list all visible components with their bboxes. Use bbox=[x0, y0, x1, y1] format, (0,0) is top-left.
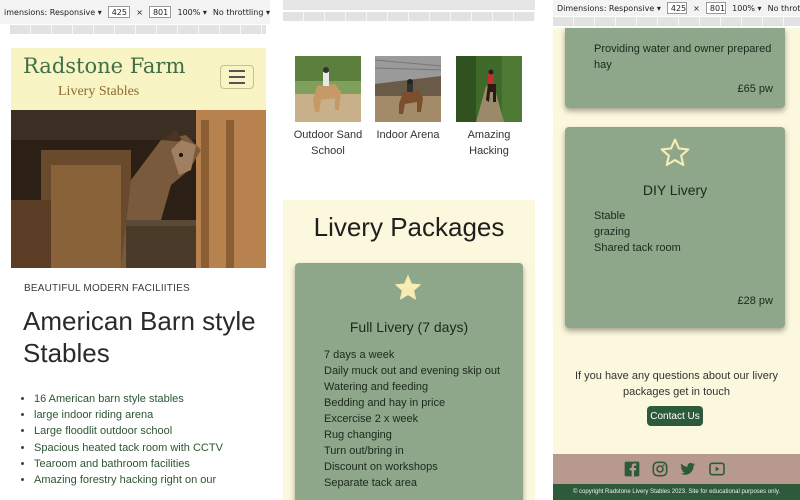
brand-subtitle: Livery Stables bbox=[58, 84, 140, 99]
facility-label: Outdoor Sand School bbox=[293, 129, 363, 157]
footer bbox=[553, 454, 800, 484]
twitter-icon[interactable] bbox=[680, 461, 696, 477]
devtools-toolbar: imensions: Responsive ▾ 425 × 801 100% ▾… bbox=[0, 0, 270, 24]
card-item: grazing bbox=[594, 226, 631, 238]
thumbnail-hacking bbox=[456, 56, 522, 122]
width-input[interactable]: 425 bbox=[107, 6, 131, 18]
section-heading: American Barn style Stables bbox=[23, 306, 256, 368]
card-item: Daily muck out and evening skip out bbox=[324, 365, 501, 377]
card-item: Providing water and owner prepared bbox=[594, 43, 772, 55]
card-item: Watering and feeding bbox=[324, 381, 429, 393]
feature-item: Spacious heated tack room with CCTV bbox=[34, 440, 269, 456]
packages-heading: Livery Packages bbox=[313, 212, 505, 242]
diy-livery-card: DIY Livery Stable grazing Shared tack ro… bbox=[565, 127, 785, 328]
card-price: £28 pw bbox=[737, 295, 773, 307]
card-item: Excercise 2 x week bbox=[324, 413, 419, 425]
card-item: Separate tack area bbox=[324, 477, 417, 489]
card-price: £65 pw bbox=[737, 83, 773, 95]
zoom-dropdown[interactable]: 100% ▾ bbox=[177, 8, 206, 17]
card-item: Discount on workshops bbox=[324, 461, 438, 473]
feature-item: large indoor riding arena bbox=[34, 407, 269, 423]
star-outline-icon bbox=[660, 138, 690, 167]
card-item: Shared tack room bbox=[594, 242, 681, 254]
height-input[interactable]: 801 bbox=[148, 6, 172, 18]
navbar: Radstone Farm Livery Stables bbox=[11, 48, 266, 110]
throttle-dropdown[interactable]: No throttling ▾ bbox=[213, 8, 270, 17]
instagram-icon[interactable] bbox=[652, 461, 668, 477]
hamburger-line-icon bbox=[229, 82, 245, 84]
card-item: Rug changing bbox=[324, 429, 392, 441]
throttle-dropdown[interactable]: No throttling ▾ bbox=[768, 4, 800, 13]
height-input[interactable]: 801 bbox=[705, 2, 727, 14]
youtube-icon[interactable] bbox=[709, 461, 725, 477]
times-sign: × bbox=[693, 3, 700, 13]
contact-us-button[interactable]: Contact Us bbox=[647, 406, 703, 426]
devtools-toolbar bbox=[283, 0, 535, 10]
panel-packages-bottom: Dimensions: Responsive ▾ 425 × 801 100% … bbox=[553, 0, 800, 500]
times-sign: × bbox=[136, 7, 143, 17]
dimensions-dropdown[interactable]: imensions: Responsive ▾ bbox=[4, 8, 102, 17]
card-item: Turn out/bring in bbox=[324, 445, 404, 457]
copyright-text: © copyright Radstone Livery Stables 2023… bbox=[553, 484, 800, 500]
card-item: Bedding and hay in price bbox=[324, 397, 446, 409]
part-livery-card: Providing water and owner prepared hay £… bbox=[565, 28, 785, 108]
hamburger-line-icon bbox=[229, 76, 245, 78]
ruler bbox=[10, 25, 266, 34]
card-item: 7 days a week bbox=[324, 349, 395, 361]
features-list: 16 American barn style stables large ind… bbox=[34, 391, 269, 488]
facebook-icon[interactable] bbox=[624, 461, 640, 477]
hamburger-line-icon bbox=[229, 70, 245, 72]
brand-title[interactable]: Radstone Farm bbox=[23, 54, 185, 78]
card-title: Full Livery (7 days) bbox=[349, 319, 469, 335]
card-list: Stable grazing Shared tack room bbox=[594, 208, 681, 256]
card-item: Stable bbox=[594, 210, 626, 222]
contact-prompt: If you have any questions about our live… bbox=[574, 370, 778, 398]
width-input[interactable]: 425 bbox=[666, 2, 688, 14]
thumbnail-indoor-arena bbox=[375, 56, 441, 122]
full-livery-card: Full Livery (7 days) 7 days a week Daily… bbox=[295, 263, 523, 500]
panel-home-top: imensions: Responsive ▾ 425 × 801 100% ▾… bbox=[0, 0, 270, 500]
ruler bbox=[553, 17, 800, 26]
zoom-dropdown[interactable]: 100% ▾ bbox=[732, 4, 761, 13]
hero-image-horse-stable bbox=[11, 110, 266, 268]
feature-item: 16 American barn style stables bbox=[34, 391, 269, 407]
ruler bbox=[283, 12, 535, 21]
screenshot: imensions: Responsive ▾ 425 × 801 100% ▾… bbox=[0, 0, 800, 500]
hamburger-menu-button[interactable] bbox=[220, 65, 254, 89]
feature-item: Large floodlit outdoor school bbox=[34, 423, 269, 439]
feature-item: Amazing forestry hacking right on our bbox=[34, 472, 269, 488]
dimensions-dropdown[interactable]: Dimensions: Responsive ▾ bbox=[557, 4, 661, 13]
feature-item: Tearoom and bathroom facilities bbox=[34, 456, 269, 472]
card-list: Providing water and owner prepared hay bbox=[594, 41, 771, 73]
panel-packages: Outdoor Sand School Indoor Arena Amazing… bbox=[283, 0, 535, 500]
facility-label: Indoor Arena bbox=[376, 129, 440, 141]
devtools-toolbar: Dimensions: Responsive ▾ 425 × 801 100% … bbox=[553, 0, 800, 16]
section-subheading: BEAUTIFUL MODERN FACILIITIES bbox=[24, 283, 190, 294]
thumbnail-outdoor-school bbox=[295, 56, 361, 122]
facility-label: Amazing Hacking bbox=[467, 129, 511, 157]
card-item: hay bbox=[594, 59, 612, 71]
card-list: 7 days a week Daily muck out and evening… bbox=[324, 347, 500, 491]
star-icon bbox=[394, 274, 422, 300]
card-title: DIY Livery bbox=[642, 182, 708, 198]
